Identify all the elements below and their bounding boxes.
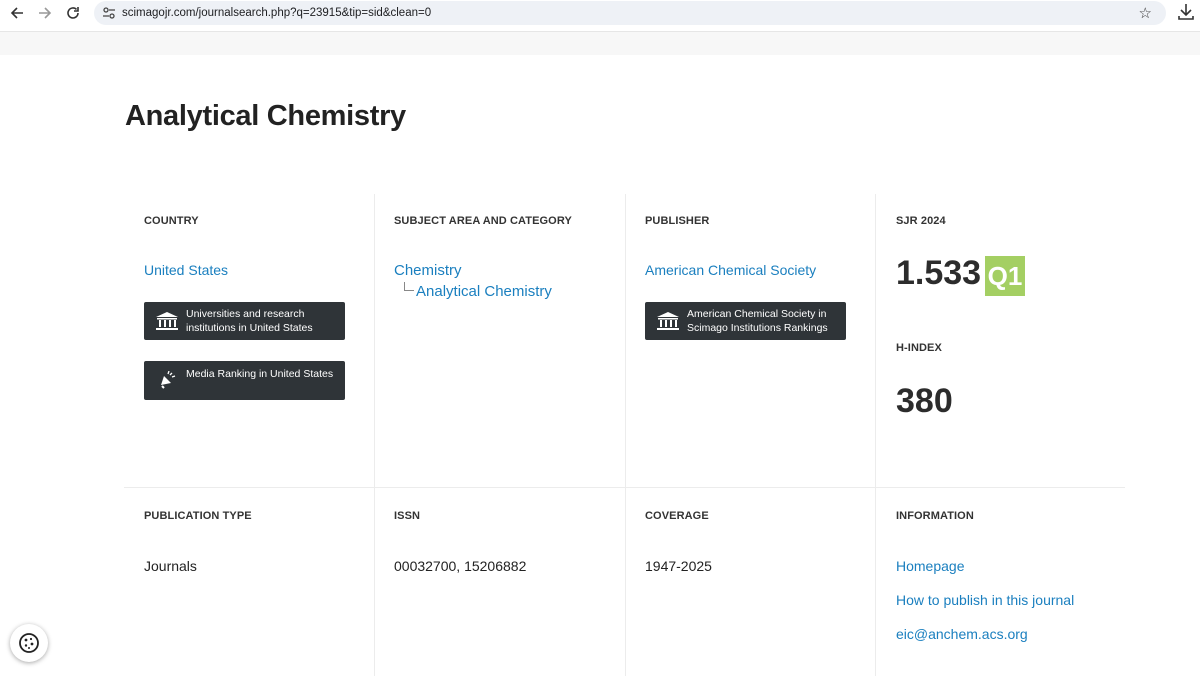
homepage-link[interactable]: Homepage — [896, 558, 965, 574]
quartile-badge[interactable]: Q1 — [985, 256, 1025, 296]
information-label: INFORMATION — [896, 510, 974, 522]
cookie-icon — [19, 633, 39, 653]
cookie-settings-button[interactable] — [10, 624, 48, 662]
country-link[interactable]: United States — [144, 262, 228, 278]
issn-label: ISSN — [394, 510, 421, 522]
publisher-institutions-label: American Chemical Society in Scimago Ins… — [687, 308, 828, 334]
url-text[interactable]: scimagojr.com/journalsearch.php?q=23915&… — [122, 7, 431, 19]
back-icon[interactable] — [3, 1, 31, 25]
reload-icon[interactable] — [59, 1, 87, 25]
browser-toolbar: scimagojr.com/journalsearch.php?q=23915&… — [0, 0, 1200, 27]
publisher-label: PUBLISHER — [645, 215, 710, 227]
institution-building-icon — [150, 311, 184, 331]
page-title: Analytical Chemistry — [125, 100, 406, 132]
h-index-value: 380 — [896, 382, 953, 420]
subject-category-link[interactable]: Analytical Chemistry — [416, 283, 552, 300]
country-label: COUNTRY — [144, 215, 199, 227]
how-to-publish-link[interactable]: How to publish in this journal — [896, 592, 1074, 608]
media-ranking-button[interactable]: Media Ranking in United States — [144, 361, 345, 400]
coverage-label: COVERAGE — [645, 510, 709, 522]
download-icon[interactable] — [1178, 3, 1194, 21]
site-header-strip — [0, 31, 1200, 55]
forward-icon[interactable] — [31, 1, 59, 25]
publication-type-value: Journals — [144, 558, 197, 574]
media-ranking-label: Media Ranking in United States — [186, 368, 334, 380]
sjr-value: 1.533 — [896, 254, 982, 292]
institution-building-icon — [651, 311, 685, 331]
sjr-label: SJR 2024 — [896, 215, 946, 227]
column-divider — [625, 194, 626, 676]
institutions-ranking-label: Universities and research institutions i… — [186, 308, 313, 334]
column-divider — [374, 194, 375, 676]
address-bar[interactable]: scimagojr.com/journalsearch.php?q=23915&… — [94, 1, 1166, 25]
editor-email-link[interactable]: eic@anchem.acs.org — [896, 626, 1028, 642]
coverage-value: 1947-2025 — [645, 558, 712, 574]
h-index-label: H-INDEX — [896, 342, 942, 354]
publication-type-label: PUBLICATION TYPE — [144, 510, 252, 522]
bookmark-star-icon[interactable]: ☆ — [1139, 4, 1152, 22]
column-divider — [875, 194, 876, 676]
issn-value: 00032700, 15206882 — [394, 558, 527, 574]
subject-area-link[interactable]: Chemistry — [394, 262, 462, 279]
category-tree-connector — [404, 282, 414, 291]
institutions-ranking-button[interactable]: Universities and research institutions i… — [144, 302, 345, 340]
publisher-link[interactable]: American Chemical Society — [645, 262, 816, 278]
site-info-icon[interactable] — [102, 6, 116, 20]
journal-info-grid: COUNTRY United States Universities and r… — [124, 194, 1125, 676]
megaphone-icon — [150, 367, 184, 389]
subject-area-label: SUBJECT AREA AND CATEGORY — [394, 215, 572, 227]
publisher-institutions-button[interactable]: American Chemical Society in Scimago Ins… — [645, 302, 846, 340]
row-divider — [124, 487, 1125, 488]
